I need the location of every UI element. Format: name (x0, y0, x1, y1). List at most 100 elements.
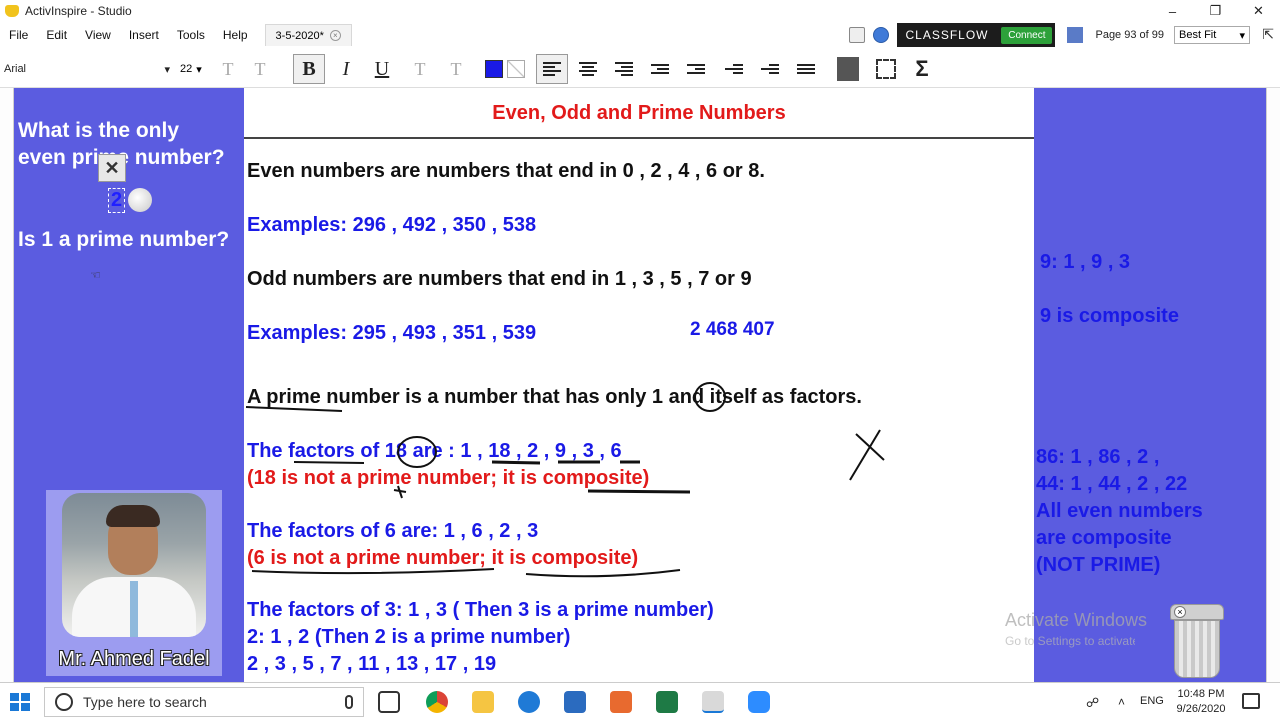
ink-underline-factor-pairs (491, 460, 640, 465)
classflow-label: CLASSFLOW (905, 28, 989, 42)
font-value: Arial (4, 63, 27, 75)
align-center-button[interactable] (572, 54, 604, 84)
app-icon-orange[interactable] (610, 691, 632, 713)
flipchart-icon[interactable] (849, 27, 866, 43)
taskbar: Type here to search ☍ ˄ ENG 10:48 PM 9/2… (0, 682, 1280, 720)
presenter-name: Mr. Ahmed Fadel (58, 648, 210, 670)
connect-button[interactable]: Connect (1001, 26, 1053, 44)
edge-icon[interactable] (518, 691, 540, 713)
ink-underline-factors (293, 461, 365, 464)
page-browser-icon[interactable] (1067, 27, 1084, 43)
menu-file[interactable]: File (0, 28, 37, 42)
zoom-select[interactable]: Best Fit ▾ (1174, 26, 1250, 44)
select-all-button[interactable] (870, 54, 902, 84)
zoom-value: Best Fit (1179, 29, 1217, 41)
align-right-button[interactable] (608, 54, 640, 84)
trash-close-icon[interactable]: × (1174, 606, 1186, 618)
left-browser-strip[interactable] (0, 88, 14, 682)
decrease-indent-icon (761, 62, 779, 76)
activinspire-logo-icon (5, 5, 19, 17)
hair-shape (106, 505, 160, 527)
answer-text[interactable]: 2 (108, 188, 126, 213)
font-size-select[interactable]: 22 ▾ (180, 60, 208, 78)
collapse-icon[interactable]: ⇱ (1262, 26, 1274, 43)
chevron-down-icon: ▾ (164, 63, 170, 76)
font-select[interactable]: Arial ▾ (4, 60, 174, 78)
bold-button[interactable]: B (293, 54, 325, 84)
dashboard-icon[interactable] (873, 27, 890, 43)
excel-icon[interactable] (656, 691, 678, 713)
presenter-photo (62, 493, 206, 637)
clock-time: 10:48 PM (1177, 688, 1225, 700)
language-indicator[interactable]: ENG (1140, 695, 1164, 707)
numbering-button[interactable] (832, 54, 864, 84)
line-spacing-icon (651, 62, 669, 76)
decrease-font-icon[interactable]: T (244, 54, 276, 84)
file-explorer-icon[interactable] (472, 691, 494, 713)
italic-button[interactable]: I (330, 54, 362, 84)
menu-insert[interactable]: Insert (120, 28, 168, 42)
close-tab-icon[interactable]: × (329, 30, 341, 41)
people-icon[interactable]: ☍ (1086, 695, 1099, 711)
zoom-icon[interactable] (748, 691, 770, 713)
indent-button[interactable] (680, 54, 712, 84)
close-window-button[interactable]: ✕ (1237, 0, 1280, 22)
superscript-button[interactable]: T (404, 54, 436, 84)
even-composite-line-2: are composite (1036, 527, 1172, 549)
ink-underline-6-part1 (251, 568, 495, 575)
microphone-icon[interactable] (345, 695, 353, 709)
ink-underline-composite-18 (587, 489, 691, 494)
right-panel (1034, 88, 1266, 682)
task-view-icon[interactable] (378, 691, 400, 713)
underline-button[interactable]: U (366, 54, 398, 84)
ink-x-mark (849, 429, 885, 481)
activinspire-taskbar-icon[interactable] (564, 691, 586, 713)
align-center-icon (579, 60, 597, 78)
question-1-line-1: What is the only (18, 119, 180, 142)
studio-active-icon[interactable] (702, 691, 724, 713)
document-tab-label: 3-5-2020* (275, 29, 324, 42)
clock-date: 9/26/2020 (1176, 703, 1226, 715)
equation-button[interactable]: Σ (906, 54, 938, 84)
activate-windows-watermark: Activate Windows (1005, 610, 1148, 630)
ink-circle-one (694, 382, 726, 412)
reveal-ball-icon[interactable] (128, 188, 152, 212)
bullets-button[interactable] (790, 54, 822, 84)
clock[interactable]: 10:48 PM 9/26/2020 (1176, 687, 1226, 717)
right-toolbox-strip[interactable] (1266, 88, 1280, 682)
select-all-icon (876, 59, 896, 79)
menu-tools[interactable]: Tools (168, 28, 214, 42)
chevron-up-icon[interactable]: ˄ (1118, 695, 1125, 709)
subscript-button[interactable]: T (440, 54, 472, 84)
minimize-button[interactable]: – (1151, 0, 1194, 22)
search-placeholder: Type here to search (83, 694, 207, 710)
taskbar-search[interactable]: Type here to search (44, 687, 364, 717)
activate-windows-subtitle: Go to Settings to activate Windows. (1005, 634, 1135, 648)
notification-icon[interactable] (1242, 693, 1260, 709)
document-tab[interactable]: 3-5-2020* × (264, 24, 352, 46)
factors-of-44: 44: 1 , 44 , 2 , 22 (1036, 473, 1188, 495)
factors-of-86: 86: 1 , 86 , 2 , (1036, 446, 1160, 468)
increase-font-icon[interactable]: T (212, 54, 244, 84)
chrome-icon[interactable] (426, 691, 448, 713)
menu-view[interactable]: View (76, 28, 120, 42)
ink-underline-6-part2 (525, 569, 681, 578)
ink-circle-18 (397, 436, 437, 468)
question-2: Is 1 a prime number? (18, 228, 230, 251)
numbered-list-icon (837, 57, 859, 81)
close-icon[interactable]: ✕ (98, 154, 126, 182)
font-size-value: 22 (180, 63, 193, 75)
highlight-button[interactable] (500, 54, 532, 84)
no-fill-icon (507, 60, 525, 78)
bullet-list-icon (797, 62, 815, 76)
align-left-button[interactable] (536, 54, 568, 84)
windows-start-icon[interactable] (10, 693, 30, 711)
increase-indent-button[interactable] (718, 54, 750, 84)
trash-can-icon[interactable]: × (1170, 604, 1224, 678)
menu-help[interactable]: Help (214, 28, 257, 42)
restore-button[interactable]: ❐ (1194, 0, 1237, 22)
decrease-indent-button[interactable] (754, 54, 786, 84)
line-spacing-button[interactable] (644, 54, 676, 84)
flipchart-page[interactable]: Even, Odd and Prime Numbers Even numbers… (244, 88, 1034, 682)
menu-edit[interactable]: Edit (37, 28, 76, 42)
